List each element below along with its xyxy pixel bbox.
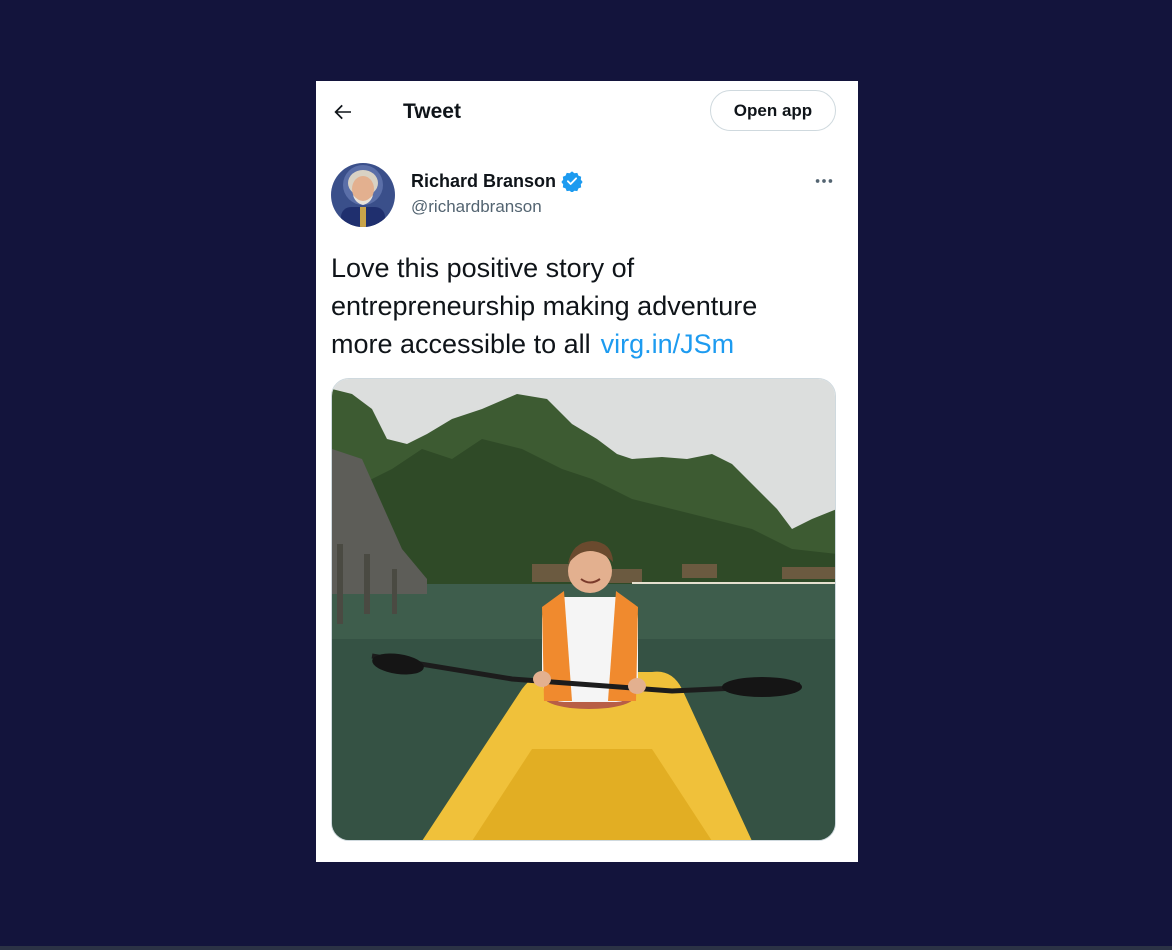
header-bar: Tweet Open app <box>316 81 858 143</box>
tweet-text-line-end: more accessible to all <box>331 329 591 359</box>
more-options-button[interactable] <box>812 169 836 193</box>
tweet-text-line: Love this positive story of <box>331 253 635 283</box>
tweet-card: Tweet Open app Richard Branson @richardb… <box>316 81 858 862</box>
back-button[interactable] <box>330 99 356 125</box>
author-name[interactable]: Richard Branson <box>411 171 556 192</box>
tweet-media-photo[interactable] <box>331 378 836 841</box>
tweet-text: Love this positive story of entrepreneur… <box>331 249 831 363</box>
tweet-text-line: entrepreneurship making adventure <box>331 291 758 321</box>
page-title: Tweet <box>403 100 461 123</box>
open-app-button[interactable]: Open app <box>710 90 836 131</box>
tweet-text-line: more accessible to all virg.in/JSm <box>331 325 831 363</box>
avatar[interactable] <box>331 163 395 227</box>
verified-badge-icon <box>561 170 583 193</box>
author-handle[interactable]: @richardbranson <box>411 197 542 217</box>
arrow-left-icon <box>334 104 351 120</box>
bottom-strip <box>0 946 1172 950</box>
tweet-link[interactable]: virg.in/JSm <box>601 329 735 359</box>
author-name-row: Richard Branson <box>411 169 583 193</box>
more-horizontal-icon <box>815 179 833 183</box>
